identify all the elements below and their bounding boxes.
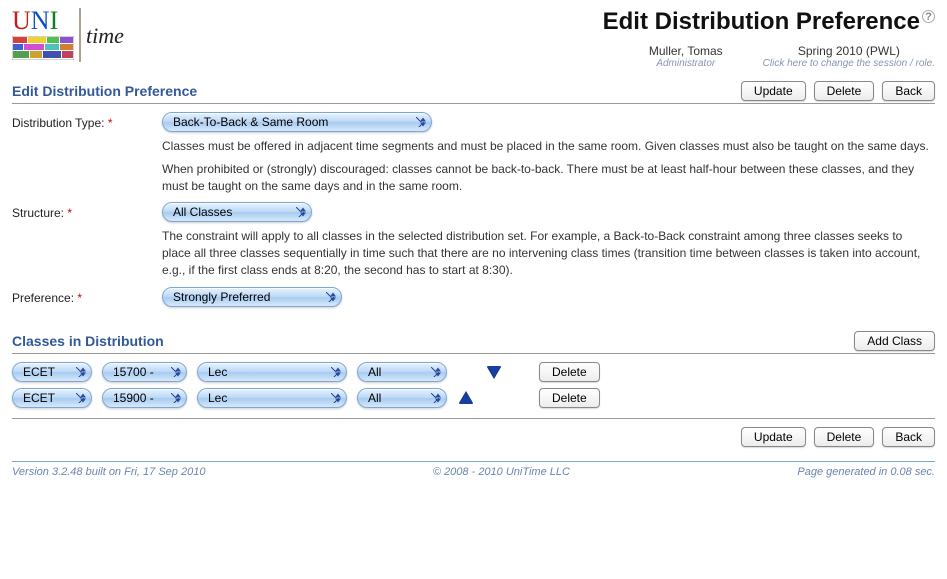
bottom-bar: Update Delete Back: [12, 418, 935, 447]
user-name: Muller, Tomas: [649, 44, 723, 58]
back-button[interactable]: Back: [882, 427, 935, 447]
footer-copyright: © 2008 - 2010 UniTime LLC: [433, 466, 570, 478]
move-down-button[interactable]: [486, 364, 502, 380]
delete-button[interactable]: Delete: [814, 427, 875, 447]
row-delete-button[interactable]: Delete: [539, 388, 600, 408]
update-button[interactable]: Update: [741, 427, 806, 447]
select-class[interactable]: All: [357, 388, 447, 408]
label-preference: Preference: *: [12, 287, 162, 305]
label-structure: Structure: *: [12, 202, 162, 220]
desc-distribution-type-2: When prohibited or (strongly) discourage…: [162, 161, 932, 195]
row-structure: Structure: * All Classes The constraint …: [12, 202, 935, 278]
header-right: Edit Distribution Preference ? Muller, T…: [603, 8, 935, 69]
footer-timing: Page generated in 0.08 sec.: [797, 466, 935, 478]
move-up-button[interactable]: [458, 390, 474, 406]
content-preference: Strongly Preferred: [162, 287, 935, 307]
arrow-up-icon: [459, 392, 473, 404]
update-button[interactable]: Update: [741, 81, 806, 101]
section-title-edit: Edit Distribution Preference: [12, 83, 197, 99]
session-bar: Muller, Tomas Administrator Spring 2010 …: [603, 44, 935, 69]
desc-distribution-type-1: Classes must be offered in adjacent time…: [162, 138, 932, 155]
section-header-edit: Edit Distribution Preference Update Dele…: [12, 79, 935, 104]
row-preference: Preference: * Strongly Preferred: [12, 287, 935, 307]
session-name: Spring 2010 (PWL): [763, 44, 935, 58]
page-title-text: Edit Distribution Preference: [603, 8, 920, 36]
row-delete-button[interactable]: Delete: [539, 362, 600, 382]
label-distribution-type: Distribution Type: *: [12, 112, 162, 130]
footer: Version 3.2.48 built on Fri, 17 Sep 2010…: [12, 461, 935, 478]
content-distribution-type: Back-To-Back & Same Room Classes must be…: [162, 112, 935, 194]
row-distribution-type: Distribution Type: * Back-To-Back & Same…: [12, 112, 935, 194]
add-class-button[interactable]: Add Class: [854, 331, 935, 351]
back-button[interactable]: Back: [882, 81, 935, 101]
user-block[interactable]: Muller, Tomas Administrator: [649, 44, 723, 69]
select-distribution-type[interactable]: Back-To-Back & Same Room: [162, 112, 432, 132]
logo-left: UNI: [12, 8, 74, 63]
select-type[interactable]: Lec: [197, 362, 347, 382]
help-icon[interactable]: ?: [922, 10, 935, 23]
section-title-classes: Classes in Distribution: [12, 333, 164, 349]
user-role: Administrator: [649, 58, 723, 69]
class-row: ECET 15700 - Lec All Delete: [12, 362, 935, 382]
section-header-classes: Classes in Distribution Add Class: [12, 329, 935, 354]
logo-timetable-icon: [12, 36, 74, 60]
arrow-down-icon: [487, 366, 501, 378]
page-header: UNI time Edit Distribution Pref: [12, 8, 935, 69]
top-button-group: Update Delete Back: [741, 81, 935, 101]
delete-button[interactable]: Delete: [814, 81, 875, 101]
select-structure[interactable]: All Classes: [162, 202, 312, 222]
select-preference[interactable]: Strongly Preferred: [162, 287, 342, 307]
session-block[interactable]: Spring 2010 (PWL) Click here to change t…: [763, 44, 935, 69]
logo-text-time: time: [86, 23, 124, 49]
bottom-button-group: Update Delete Back: [741, 427, 935, 447]
logo-text-uni: UNI: [12, 8, 74, 34]
content-structure: All Classes The constraint will apply to…: [162, 202, 935, 278]
logo-divider: [79, 8, 81, 62]
select-class[interactable]: All: [357, 362, 447, 382]
desc-structure: The constraint will apply to all classes…: [162, 228, 932, 278]
page-title: Edit Distribution Preference ?: [603, 8, 935, 36]
footer-version: Version 3.2.48 built on Fri, 17 Sep 2010: [12, 466, 205, 478]
session-hint: Click here to change the session / role.: [763, 58, 935, 69]
select-subject[interactable]: ECET: [12, 388, 92, 408]
select-type[interactable]: Lec: [197, 388, 347, 408]
classes-button-group: Add Class: [854, 331, 935, 351]
logo: UNI time: [12, 8, 124, 63]
class-row: ECET 15900 - Lec All Delete: [12, 388, 935, 408]
select-course[interactable]: 15900 -: [102, 388, 187, 408]
select-course[interactable]: 15700 -: [102, 362, 187, 382]
select-subject[interactable]: ECET: [12, 362, 92, 382]
